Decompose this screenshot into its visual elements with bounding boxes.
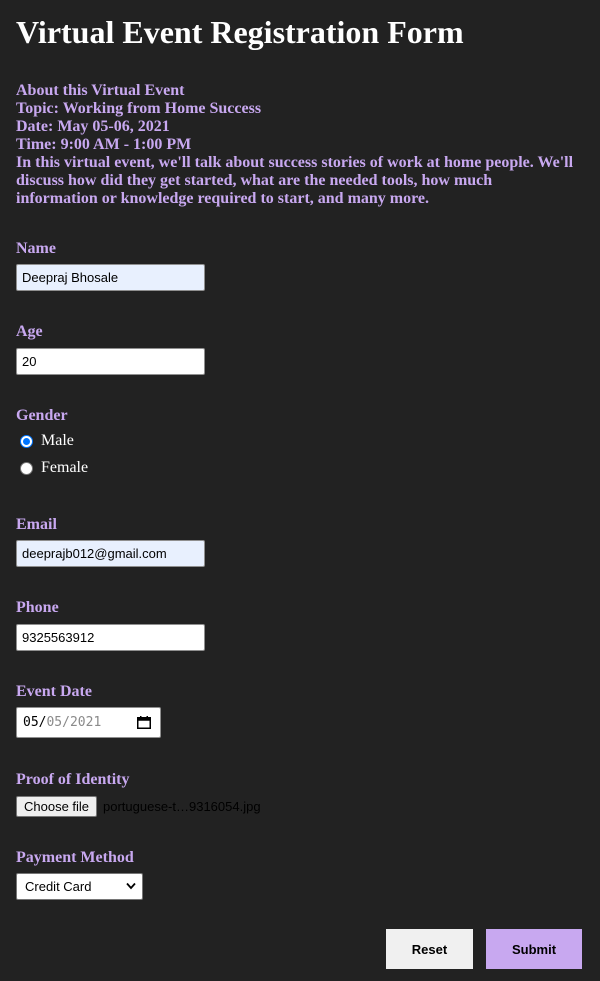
payment-method-select[interactable]: Credit Card: [16, 873, 143, 900]
page-title: Virtual Event Registration Form: [16, 14, 464, 50]
event-topic: Topic: Working from Home Success: [16, 100, 262, 117]
gender-option-female[interactable]: Female: [20, 459, 88, 477]
date-year: 2021: [69, 715, 102, 730]
reset-button[interactable]: Reset: [386, 929, 473, 969]
event-description: About this Virtual Event Topic: Working …: [16, 82, 576, 208]
email-label: Email: [16, 516, 57, 533]
female-radio[interactable]: [20, 461, 33, 475]
event-summary: In this virtual event, we'll talk about …: [16, 154, 574, 207]
date-day: 05: [46, 715, 63, 730]
submit-button[interactable]: Submit: [486, 929, 582, 969]
proof-label: Proof of Identity: [16, 771, 130, 788]
event-time-info: Time: 9:00 AM - 1:00 PM: [16, 136, 192, 153]
age-input[interactable]: [16, 348, 205, 375]
about-heading: About this Virtual Event: [16, 82, 185, 99]
selected-file-name: portuguese-t…9316054.jpg: [103, 799, 261, 814]
male-radio-label: Male: [41, 432, 74, 449]
male-radio[interactable]: [20, 434, 33, 448]
event-date-input[interactable]: 05/05/2021: [16, 707, 161, 738]
choose-file-button[interactable]: Choose file: [16, 796, 98, 817]
age-label: Age: [16, 323, 43, 340]
payment-label: Payment Method: [16, 849, 134, 866]
gender-label: Gender: [16, 407, 68, 424]
gender-option-male[interactable]: Male: [20, 432, 74, 450]
name-label: Name: [16, 240, 56, 257]
calendar-icon[interactable]: [137, 716, 151, 729]
date-separator: /: [38, 715, 47, 730]
date-month: 05: [23, 715, 39, 730]
female-radio-label: Female: [41, 459, 89, 476]
email-input[interactable]: [16, 540, 205, 567]
payment-selected-value: Credit Card: [25, 879, 92, 894]
chevron-down-icon: [126, 882, 136, 890]
date-separator: /: [62, 715, 70, 730]
phone-input[interactable]: [16, 624, 205, 651]
name-input[interactable]: [16, 264, 205, 291]
phone-label: Phone: [16, 599, 59, 616]
event-date-label: Event Date: [16, 683, 92, 700]
event-date-info: Date: May 05-06, 2021: [16, 118, 170, 135]
